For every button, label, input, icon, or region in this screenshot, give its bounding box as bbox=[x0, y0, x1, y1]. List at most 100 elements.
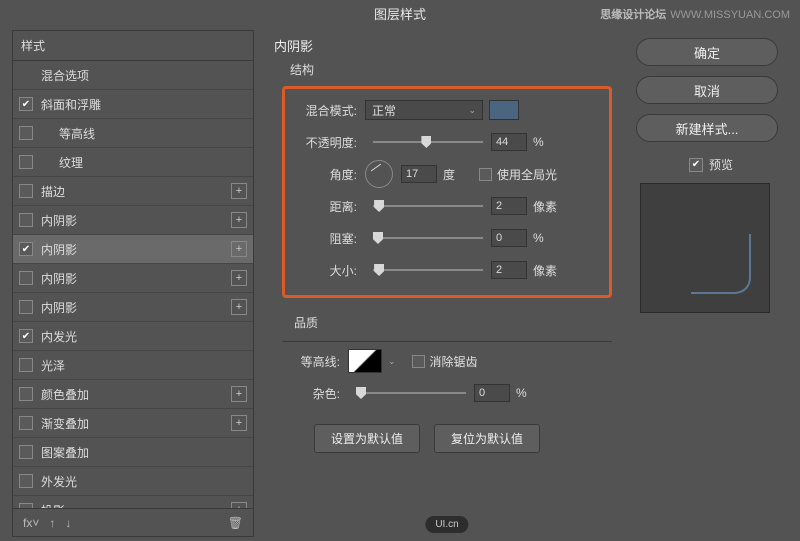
size-unit: 像素 bbox=[533, 262, 561, 279]
style-label: 内阴影 bbox=[41, 212, 227, 229]
preview-shape bbox=[691, 234, 751, 294]
distance-label: 距离: bbox=[299, 198, 357, 215]
global-light-checkbox[interactable] bbox=[479, 168, 492, 181]
opacity-row: 不透明度: 44 % bbox=[299, 131, 595, 153]
structure-group: 混合模式: 正常⌄ 不透明度: 44 % 角度: 17 度 使用全局光 bbox=[282, 86, 612, 298]
style-row[interactable]: 斜面和浮雕 bbox=[13, 90, 253, 119]
style-row[interactable]: 内阴影+ bbox=[13, 235, 253, 264]
style-row[interactable]: 混合选项 bbox=[13, 61, 253, 90]
style-row[interactable]: 内阴影+ bbox=[13, 293, 253, 322]
up-arrow-icon[interactable]: ↑ bbox=[49, 516, 55, 530]
distance-slider[interactable] bbox=[373, 205, 483, 207]
blend-mode-select[interactable]: 正常⌄ bbox=[365, 100, 483, 120]
style-checkbox[interactable] bbox=[19, 329, 33, 343]
down-arrow-icon[interactable]: ↓ bbox=[65, 516, 71, 530]
style-row[interactable]: 描边+ bbox=[13, 177, 253, 206]
style-checkbox[interactable] bbox=[19, 416, 33, 430]
blend-mode-label: 混合模式: bbox=[299, 102, 357, 119]
add-effect-icon[interactable]: + bbox=[231, 299, 247, 315]
opacity-input[interactable]: 44 bbox=[491, 133, 527, 151]
new-style-button[interactable]: 新建样式... bbox=[636, 114, 778, 142]
style-row[interactable]: 颜色叠加+ bbox=[13, 380, 253, 409]
style-checkbox[interactable] bbox=[19, 300, 33, 314]
add-effect-icon[interactable]: + bbox=[231, 270, 247, 286]
noise-row: 杂色: 0 % bbox=[282, 382, 612, 404]
choke-slider[interactable] bbox=[373, 237, 483, 239]
noise-unit: % bbox=[516, 386, 544, 400]
style-checkbox[interactable] bbox=[19, 155, 33, 169]
size-label: 大小: bbox=[299, 262, 357, 279]
style-row[interactable]: 外发光 bbox=[13, 467, 253, 496]
distance-row: 距离: 2 像素 bbox=[299, 195, 595, 217]
opacity-label: 不透明度: bbox=[299, 134, 357, 151]
style-row[interactable]: 渐变叠加+ bbox=[13, 409, 253, 438]
cancel-button[interactable]: 取消 bbox=[636, 76, 778, 104]
style-label: 混合选项 bbox=[41, 67, 247, 84]
style-checkbox[interactable] bbox=[19, 126, 33, 140]
panel-title: 内阴影 bbox=[274, 36, 626, 55]
size-row: 大小: 2 像素 bbox=[299, 259, 595, 281]
style-row[interactable]: 等高线 bbox=[13, 119, 253, 148]
size-input[interactable]: 2 bbox=[491, 261, 527, 279]
watermark: 思缘设计论坛WWW.MISSYUAN.COM bbox=[600, 6, 790, 22]
style-row[interactable]: 图案叠加 bbox=[13, 438, 253, 467]
style-list: 样式 混合选项斜面和浮雕等高线纹理描边+内阴影+内阴影+内阴影+内阴影+内发光光… bbox=[12, 30, 254, 509]
preview-checkbox[interactable] bbox=[689, 158, 703, 172]
add-effect-icon[interactable]: + bbox=[231, 415, 247, 431]
noise-slider[interactable] bbox=[356, 392, 466, 394]
contour-picker[interactable] bbox=[348, 349, 382, 373]
add-effect-icon[interactable]: + bbox=[231, 212, 247, 228]
noise-input[interactable]: 0 bbox=[474, 384, 510, 402]
style-list-footer: fx˅ ↑ ↓ 🗑 bbox=[12, 509, 254, 537]
style-checkbox[interactable] bbox=[19, 242, 33, 256]
style-label: 渐变叠加 bbox=[41, 415, 227, 432]
angle-input[interactable]: 17 bbox=[401, 165, 437, 183]
add-effect-icon[interactable]: + bbox=[231, 502, 247, 509]
add-effect-icon[interactable]: + bbox=[231, 183, 247, 199]
main: 样式 混合选项斜面和浮雕等高线纹理描边+内阴影+内阴影+内阴影+内阴影+内发光光… bbox=[0, 26, 800, 541]
trash-icon[interactable]: 🗑 bbox=[228, 516, 243, 530]
style-checkbox[interactable] bbox=[19, 387, 33, 401]
style-checkbox[interactable] bbox=[19, 271, 33, 285]
style-row[interactable]: 内发光 bbox=[13, 322, 253, 351]
antialias-checkbox[interactable] bbox=[412, 355, 425, 368]
preview-toggle[interactable]: 预览 bbox=[636, 156, 786, 173]
add-effect-icon[interactable]: + bbox=[231, 241, 247, 257]
chevron-down-icon[interactable]: ⌄ bbox=[388, 356, 396, 367]
style-checkbox[interactable] bbox=[19, 97, 33, 111]
style-checkbox[interactable] bbox=[19, 213, 33, 227]
contour-label: 等高线: bbox=[282, 353, 340, 370]
style-checkbox[interactable] bbox=[19, 474, 33, 488]
style-label: 外发光 bbox=[41, 473, 247, 490]
opacity-unit: % bbox=[533, 135, 561, 149]
style-label: 内阴影 bbox=[41, 270, 227, 287]
choke-input[interactable]: 0 bbox=[491, 229, 527, 247]
style-checkbox[interactable] bbox=[19, 445, 33, 459]
add-effect-icon[interactable]: + bbox=[231, 386, 247, 402]
preview-box bbox=[640, 183, 770, 313]
style-row[interactable]: 光泽 bbox=[13, 351, 253, 380]
dialog-title: 图层样式 bbox=[374, 4, 426, 23]
opacity-slider[interactable] bbox=[373, 141, 483, 143]
choke-row: 阻塞: 0 % bbox=[299, 227, 595, 249]
shadow-color-swatch[interactable] bbox=[489, 100, 519, 120]
distance-input[interactable]: 2 bbox=[491, 197, 527, 215]
size-slider[interactable] bbox=[373, 269, 483, 271]
style-row[interactable]: 投影+ bbox=[13, 496, 253, 509]
style-row[interactable]: 内阴影+ bbox=[13, 264, 253, 293]
set-default-button[interactable]: 设置为默认值 bbox=[314, 424, 420, 453]
style-label: 内阴影 bbox=[41, 241, 227, 258]
ui-cn-watermark: UI.cn bbox=[425, 516, 468, 533]
style-checkbox[interactable] bbox=[19, 184, 33, 198]
reset-default-button[interactable]: 复位为默认值 bbox=[434, 424, 540, 453]
angle-dial[interactable] bbox=[365, 160, 393, 188]
titlebar: 图层样式 思缘设计论坛WWW.MISSYUAN.COM bbox=[0, 0, 800, 26]
ok-button[interactable]: 确定 bbox=[636, 38, 778, 66]
style-checkbox[interactable] bbox=[19, 358, 33, 372]
quality-label: 品质 bbox=[294, 314, 612, 331]
fx-icon[interactable]: fx˅ bbox=[23, 516, 39, 530]
left-column: 样式 混合选项斜面和浮雕等高线纹理描边+内阴影+内阴影+内阴影+内阴影+内发光光… bbox=[0, 26, 258, 541]
angle-unit: 度 bbox=[443, 166, 471, 183]
style-row[interactable]: 纹理 bbox=[13, 148, 253, 177]
style-row[interactable]: 内阴影+ bbox=[13, 206, 253, 235]
